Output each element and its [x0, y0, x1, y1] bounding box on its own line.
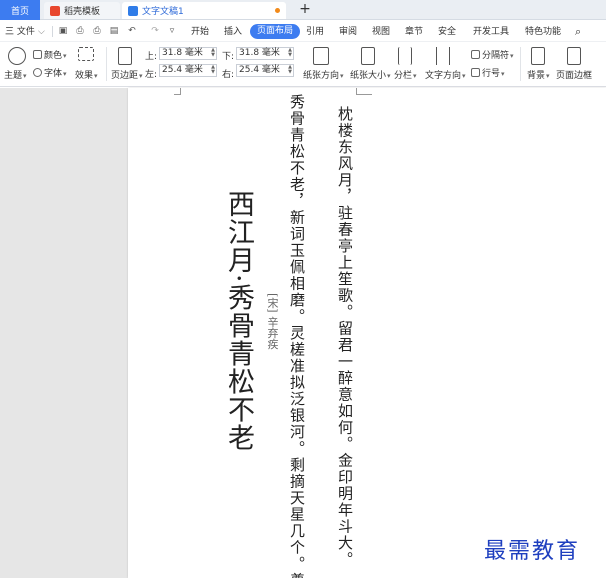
spinner-icon[interactable]: ▲ ▼ [288, 65, 292, 75]
writer-doc-icon [128, 5, 138, 16]
redo-icon[interactable]: ↷ [150, 26, 160, 36]
effect-label: 效果 [75, 71, 94, 81]
menu-developer[interactable]: 开发工具 [473, 25, 509, 39]
paper-size-label: 纸张大小 [350, 71, 387, 81]
tab-home[interactable]: 首页 [0, 0, 40, 20]
menu-features[interactable]: 特色功能 [525, 25, 561, 39]
orientation-icon[interactable] [313, 47, 329, 65]
undo-icon[interactable]: ↶ [127, 26, 137, 36]
line-number-icon [471, 68, 480, 77]
separator-icon [471, 50, 480, 59]
poem-line-2: 秀骨青松不老，新词玉佩相磨。灵槎准拟泛银河。剩摘天星几个。奠 [288, 94, 306, 578]
text-direction-label: 文字方向 [425, 71, 462, 81]
line-number-label: 行号 [482, 69, 501, 79]
text-direction-button[interactable]: 文字方向▾ [425, 68, 466, 81]
separator-label: 分隔符 [482, 51, 510, 61]
document-page[interactable]: 枕楼东风月，驻春亭上笙歌。留君一醉意如何。金印明年斗大。 秀骨青松不老，新词玉佩… [128, 88, 606, 578]
theme-button[interactable]: 主题▾ [4, 68, 27, 81]
ribbon: 主题▾ 颜色▾ 字体▾ 效果▾ 页边距▾ 上: 31.8 毫米 ▲ ▼ 下: 31.… [0, 43, 606, 87]
crop-mark [356, 94, 372, 95]
bottom-margin-field[interactable]: 31.8 毫米 ▲ ▼ [236, 47, 294, 60]
orientation-button[interactable]: 纸张方向▾ [303, 68, 344, 81]
separator-button[interactable]: 分隔符▾ [471, 48, 514, 61]
tab-template[interactable]: 稻壳模板 [44, 2, 120, 19]
left-margin-field[interactable]: 25.4 毫米 ▲ ▼ [159, 64, 217, 77]
print-preview-icon[interactable]: ⎙ [75, 26, 85, 36]
text-direction-icon[interactable] [436, 47, 450, 65]
background-icon[interactable] [531, 47, 545, 65]
right-margin-value: 25.4 毫米 [239, 65, 280, 75]
spinner-icon[interactable]: ▲ ▼ [288, 48, 292, 58]
background-label: 背景 [527, 71, 546, 81]
right-margin-label: 右: [222, 70, 235, 80]
margin-label: 页边距 [111, 71, 139, 81]
menu-insert[interactable]: 插入 [224, 25, 242, 39]
margin-button[interactable]: 页边距▾ [111, 68, 143, 81]
search-icon[interactable]: ⌕ [575, 25, 581, 39]
menu-divider [52, 26, 53, 37]
theme-label: 主题 [4, 71, 23, 81]
top-margin-label: 上: [145, 52, 158, 62]
poem-author: [宋] 辛弃疾 [266, 293, 279, 350]
docer-icon [50, 5, 60, 16]
menu-start[interactable]: 开始 [191, 25, 209, 39]
columns-icon[interactable] [398, 47, 412, 65]
effect-button[interactable]: 效果▾ [75, 68, 98, 81]
export-pdf-icon[interactable]: ▤ [109, 26, 119, 36]
ribbon-divider [520, 47, 521, 81]
bottom-margin-value: 31.8 毫米 [239, 48, 280, 58]
tab-document[interactable]: 文字文稿1 [122, 2, 286, 19]
save-icon[interactable]: ▣ [58, 26, 68, 36]
left-margin-label: 左: [145, 70, 158, 80]
columns-label: 分栏 [394, 71, 413, 81]
chevron-down-icon[interactable]: ⌵ [38, 25, 45, 39]
effect-icon[interactable] [78, 47, 94, 61]
color-icon [33, 50, 42, 59]
page-border-icon[interactable] [567, 47, 581, 65]
theme-icon[interactable] [8, 47, 26, 65]
margin-icon[interactable] [118, 47, 132, 65]
color-label: 颜色 [44, 51, 63, 61]
menu-sections[interactable]: 章节 [405, 25, 423, 39]
poem-title: 西江月·秀骨青松不老 [223, 190, 254, 452]
poem-line-1: 枕楼东风月，驻春亭上笙歌。留君一醉意如何。金印明年斗大。 [336, 106, 354, 568]
top-margin-value: 31.8 毫米 [162, 48, 203, 58]
font-icon [33, 68, 42, 77]
menu-view[interactable]: 视图 [372, 25, 390, 39]
menu-bar: 三 文件 ⌵ ▣ ⎙ ⎙ ▤ ↶ ↷ ▿ 开始 插入 页面布局 引用 审阅 视图… [0, 21, 606, 42]
orientation-label: 纸张方向 [303, 71, 340, 81]
line-number-button[interactable]: 行号▾ [471, 66, 505, 79]
font-button[interactable]: 字体▾ [33, 66, 67, 79]
right-margin-field[interactable]: 25.4 毫米 ▲ ▼ [236, 64, 294, 77]
tab-bar: 首页 稻壳模板 文字文稿1 + [0, 0, 606, 20]
spinner-icon[interactable]: ▲ ▼ [211, 48, 215, 58]
new-tab-button[interactable]: + [298, 1, 312, 17]
paper-size-button[interactable]: 纸张大小▾ [350, 68, 391, 81]
unsaved-dot-icon [275, 8, 280, 13]
crop-mark [174, 94, 181, 95]
bottom-margin-label: 下: [222, 52, 235, 62]
spinner-icon[interactable]: ▲ ▼ [211, 65, 215, 75]
columns-button[interactable]: 分栏▾ [394, 68, 417, 81]
menu-security[interactable]: 安全 [438, 25, 456, 39]
ribbon-divider [106, 47, 107, 81]
paper-size-icon[interactable] [361, 47, 375, 65]
tab-template-label: 稻壳模板 [64, 7, 101, 17]
menu-page-layout[interactable]: 页面布局 [250, 24, 301, 39]
font-label: 字体 [44, 69, 63, 79]
top-margin-field[interactable]: 31.8 毫米 ▲ ▼ [159, 47, 217, 60]
background-button[interactable]: 背景▾ [527, 68, 550, 81]
watermark: 最需教育 [484, 539, 581, 564]
menu-references[interactable]: 引用 [306, 25, 324, 39]
quick-access-dropdown-icon[interactable]: ▿ [167, 26, 177, 36]
menu-review[interactable]: 审阅 [339, 25, 357, 39]
print-icon[interactable]: ⎙ [92, 26, 102, 36]
tab-document-label: 文字文稿1 [142, 7, 184, 17]
document-workspace: 枕楼东风月，驻春亭上笙歌。留君一醉意如何。金印明年斗大。 秀骨青松不老，新词玉佩… [0, 88, 606, 578]
tab-home-label: 首页 [10, 6, 29, 17]
file-menu[interactable]: 三 文件 [5, 25, 35, 39]
left-margin-value: 25.4 毫米 [162, 65, 203, 75]
page-border-button[interactable]: 页面边框 [556, 68, 592, 81]
color-button[interactable]: 颜色▾ [33, 48, 67, 61]
